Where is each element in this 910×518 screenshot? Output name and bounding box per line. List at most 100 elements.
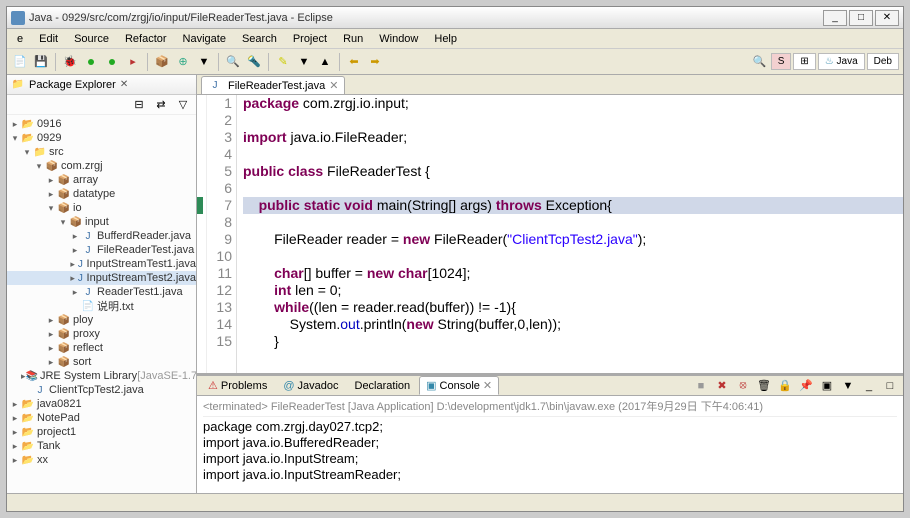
file-inputstreamtest2[interactable]: ▸JInputStreamTest2.java (7, 271, 196, 285)
pkg-datatype[interactable]: ▸📦datatype (7, 187, 196, 201)
collapse-all-icon[interactable]: ⊟ (130, 96, 148, 114)
project-tank[interactable]: ▸📂Tank (7, 439, 196, 453)
file-shuoming[interactable]: 📄说明.txt (7, 299, 196, 313)
minimize-button[interactable]: _ (823, 10, 847, 26)
tab-declaration[interactable]: Declaration (348, 377, 418, 395)
menu-project[interactable]: Project (285, 31, 335, 47)
java-perspective[interactable]: ♨ Java (818, 53, 865, 70)
menu-edit[interactable]: Edit (31, 31, 66, 47)
menu-file[interactable]: e (9, 31, 31, 47)
separator (268, 53, 269, 71)
tab-javadoc[interactable]: @Javadoc (276, 377, 345, 395)
prev-annot-icon[interactable]: ▲ (316, 53, 334, 71)
pkg-io[interactable]: ▾📦io (7, 201, 196, 215)
open-perspective-icon[interactable]: ⊞ (793, 53, 815, 70)
console-output[interactable]: <terminated> FileReaderTest [Java Applic… (197, 396, 903, 493)
menu-refactor[interactable]: Refactor (117, 31, 175, 47)
debug-perspective[interactable]: Deb (867, 53, 899, 70)
code-editor[interactable]: 123456789101112131415 package com.zrgj.i… (197, 95, 903, 373)
editor-tab-filereadertest[interactable]: J FileReaderTest.java ✕ (201, 76, 345, 94)
pkg-comzrgj[interactable]: ▾📦com.zrgj (7, 159, 196, 173)
new-type-icon[interactable]: ▼ (195, 53, 213, 71)
next-annot-icon[interactable]: ▼ (295, 53, 313, 71)
close-view-icon[interactable]: ✕ (120, 79, 128, 90)
window-title: Java - 0929/src/com/zrgj/io/input/FileRe… (29, 12, 823, 24)
pkg-sort[interactable]: ▸📦sort (7, 355, 196, 369)
maximize-button[interactable]: □ (849, 10, 873, 26)
eclipse-icon (11, 11, 25, 25)
javadoc-icon: @ (283, 380, 294, 392)
src-folder[interactable]: ▾📁src (7, 145, 196, 159)
tab-console[interactable]: ▣Console✕ (419, 376, 499, 395)
console-line: package com.zrgj.day027.tcp2; (203, 419, 897, 435)
file-clienttcptest2[interactable]: JClientTcpTest2.java (7, 383, 196, 397)
back-icon[interactable]: ⬅ (345, 53, 363, 71)
project-xx[interactable]: ▸📂xx (7, 453, 196, 467)
run-icon[interactable] (82, 53, 100, 71)
minimize-view-icon[interactable]: _ (860, 377, 878, 395)
menu-window[interactable]: Window (371, 31, 426, 47)
file-filereadertest[interactable]: ▸JFileReaderTest.java (7, 243, 196, 257)
menu-help[interactable]: Help (426, 31, 465, 47)
package-explorer-title: Package Explorer (29, 79, 116, 91)
project-project1[interactable]: ▸📂project1 (7, 425, 196, 439)
quick-access-icon[interactable]: 🔍 (751, 53, 769, 71)
run-last-icon[interactable] (103, 53, 121, 71)
separator (55, 53, 56, 71)
close-tab-icon[interactable]: ✕ (483, 379, 492, 392)
ext-tools-icon[interactable]: ▸ (124, 53, 142, 71)
editor-margin (197, 95, 207, 373)
menu-run[interactable]: Run (335, 31, 371, 47)
toggle-mark-icon[interactable]: ✎ (274, 53, 292, 71)
package-icon: 📁 (11, 79, 25, 91)
tab-problems[interactable]: ⚠Problems (201, 376, 274, 395)
close-tab-icon[interactable]: ✕ (329, 79, 338, 92)
menu-source[interactable]: Source (66, 31, 117, 47)
project-java0821[interactable]: ▸📂java0821 (7, 397, 196, 411)
pkg-array[interactable]: ▸📦array (7, 173, 196, 187)
display-console-icon[interactable]: ▣ (818, 377, 836, 395)
link-editor-icon[interactable]: ⇄ (152, 96, 170, 114)
jre-library[interactable]: ▸📚JRE System Library [JavaSE-1.7] (7, 369, 196, 383)
project-notepad[interactable]: ▸📂NotePad (7, 411, 196, 425)
remove-launch-icon[interactable]: ✖ (713, 377, 731, 395)
pkg-ploy[interactable]: ▸📦ploy (7, 313, 196, 327)
view-menu-icon[interactable]: ▽ (174, 96, 192, 114)
search-icon[interactable]: 🔦 (245, 53, 263, 71)
console-line: import java.io.BufferedReader; (203, 435, 897, 451)
open-type-icon[interactable]: 🔍 (224, 53, 242, 71)
forward-icon[interactable]: ➡ (366, 53, 384, 71)
new-icon[interactable]: 📄 (11, 53, 29, 71)
pin-console-icon[interactable]: 📌 (797, 377, 815, 395)
editor-tabs: J FileReaderTest.java ✕ (197, 75, 903, 95)
console-icon: ▣ (426, 379, 436, 392)
menu-bar: e Edit Source Refactor Navigate Search P… (7, 29, 903, 49)
file-inputstreamtest1[interactable]: ▸JInputStreamTest1.java (7, 257, 196, 271)
sogou-icon[interactable]: S (771, 53, 792, 70)
code-area[interactable]: package com.zrgj.io.input; import java.i… (237, 95, 903, 373)
console-header: <terminated> FileReaderTest [Java Applic… (203, 398, 897, 417)
view-toolbar: ⊟ ⇄ ▽ (7, 95, 196, 115)
new-class-icon[interactable]: ⊕ (174, 53, 192, 71)
pkg-reflect[interactable]: ▸📦reflect (7, 341, 196, 355)
menu-search[interactable]: Search (234, 31, 285, 47)
scroll-lock-icon[interactable]: 🔒 (776, 377, 794, 395)
new-package-icon[interactable]: 📦 (153, 53, 171, 71)
java-file-icon: J (208, 80, 222, 92)
file-readertest1[interactable]: ▸JReaderTest1.java (7, 285, 196, 299)
project-0929[interactable]: ▾📂0929 (7, 131, 196, 145)
open-console-icon[interactable]: ▼ (839, 377, 857, 395)
remove-all-icon[interactable]: ⦻ (734, 377, 752, 395)
maximize-view-icon[interactable]: □ (881, 377, 899, 395)
pkg-input[interactable]: ▾📦input (7, 215, 196, 229)
terminate-icon[interactable]: ■ (692, 377, 710, 395)
menu-navigate[interactable]: Navigate (175, 31, 234, 47)
clear-console-icon[interactable]: 🗑 (755, 377, 773, 395)
close-button[interactable]: ✕ (875, 10, 899, 26)
pkg-proxy[interactable]: ▸📦proxy (7, 327, 196, 341)
project-0916[interactable]: ▸📂0916 (7, 117, 196, 131)
separator (147, 53, 148, 71)
debug-icon[interactable]: 🐞 (61, 53, 79, 71)
file-bufferdreader[interactable]: ▸JBufferdReader.java (7, 229, 196, 243)
save-icon[interactable]: 💾 (32, 53, 50, 71)
